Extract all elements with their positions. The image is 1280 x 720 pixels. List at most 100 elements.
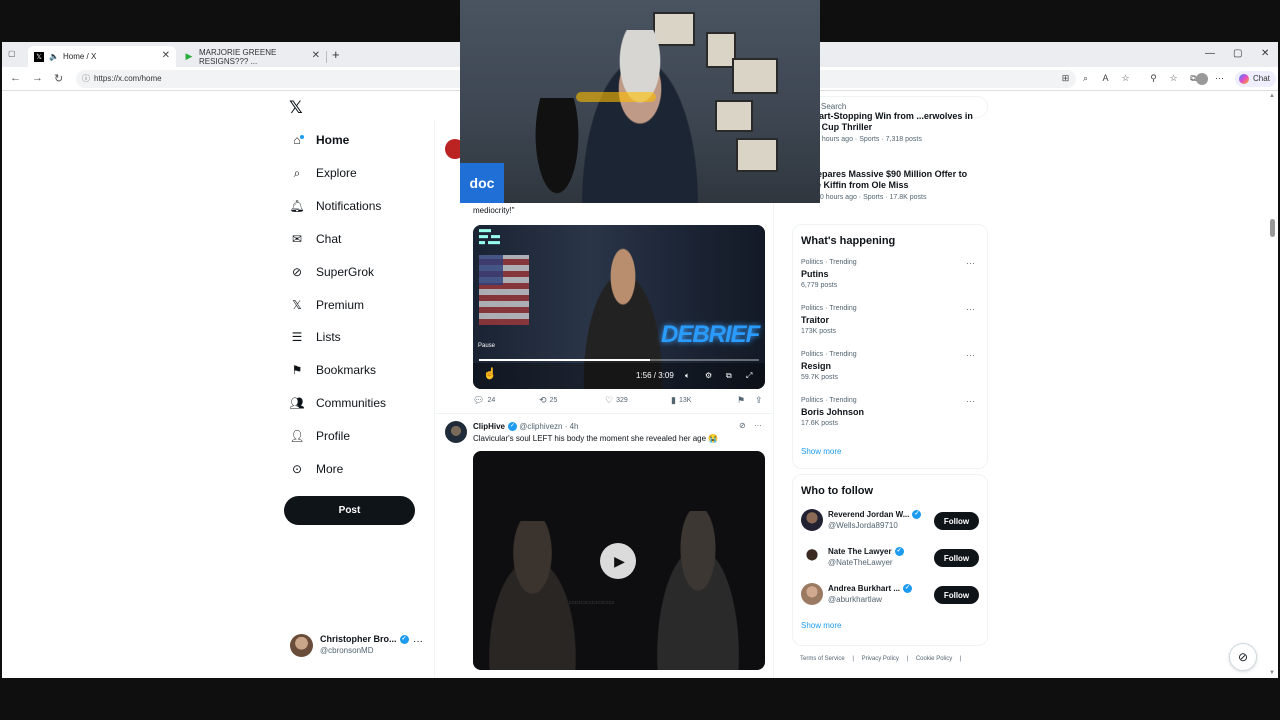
trend-count: 173K posts — [801, 328, 837, 335]
site-info-icon[interactable]: ⓘ — [82, 70, 90, 88]
avatar[interactable] — [445, 421, 467, 443]
terms-link[interactable]: Terms of Service — [800, 656, 845, 662]
nav-notifications[interactable]: 🔔︎ Notifications — [289, 193, 382, 219]
nav-bookmarks[interactable]: ⚑ Bookmarks — [290, 357, 376, 383]
scroll-thumb[interactable] — [1270, 219, 1275, 237]
nav-premium[interactable]: 𝕏 Premium — [290, 292, 364, 318]
avatar — [801, 546, 823, 568]
share-button[interactable]: ⇪ — [755, 395, 766, 406]
refresh-icon[interactable]: ↻ — [54, 72, 63, 85]
trend-item[interactable]: Politics · Trending Boris Johnson 17.6K … — [801, 396, 981, 427]
settings-icon[interactable]: ⚙ — [705, 371, 712, 380]
more-icon[interactable]: ··· — [966, 258, 975, 268]
close-tab-icon[interactable]: ✕ — [162, 50, 170, 61]
forward-icon[interactable]: → — [32, 72, 43, 84]
follow-name-text: Reverend Jordan W... — [828, 510, 910, 519]
maximize-icon[interactable]: ▢ — [1233, 48, 1242, 59]
scrollbar[interactable]: ▲ ▼ — [1268, 91, 1276, 678]
like-button[interactable]: ♡ 329 — [605, 395, 628, 406]
tab-video[interactable]: ▶ MARJORIE GREENE RESIGNS??? ... ✕ — [178, 46, 327, 67]
pip-icon[interactable]: ⧉ — [726, 371, 732, 381]
tab-actions-icon[interactable]: ▢ — [8, 49, 16, 58]
new-tab-icon[interactable]: + — [332, 47, 340, 62]
tab-home[interactable]: 𝕏 🔈 Home / X ✕ — [28, 46, 176, 67]
nav-chat[interactable]: ✉ Chat — [290, 226, 341, 252]
nav-explore[interactable]: ⌕ Explore — [290, 160, 357, 186]
favorite-star-icon[interactable]: ☆ — [1120, 73, 1131, 84]
x-logo-icon[interactable]: 𝕏 — [289, 98, 303, 118]
show-more-link[interactable]: Show more — [801, 621, 841, 630]
grok-icon[interactable]: ⊘ — [739, 421, 746, 430]
fullscreen-icon[interactable]: ⤢ — [746, 371, 752, 381]
more-icon[interactable]: ··· — [966, 304, 975, 314]
scroll-up-icon[interactable]: ▲ — [1269, 93, 1275, 99]
follow-name-text: Andrea Burkhart ... — [828, 584, 901, 593]
copilot-chat-button[interactable]: Chat — [1235, 71, 1276, 87]
trend-item[interactable]: Politics · Trending Resign 59.7K posts ·… — [801, 350, 981, 381]
more-icon[interactable]: ··· — [754, 421, 762, 430]
read-aloud-icon[interactable]: A — [1100, 73, 1111, 84]
nav-label: Profile — [316, 429, 351, 443]
author-handle[interactable]: @cliphivezn — [519, 422, 562, 431]
more-menu-icon[interactable]: ⋯ — [1214, 73, 1225, 84]
favorites-icon[interactable]: ☆ — [1168, 73, 1179, 84]
cookie-link[interactable]: Cookie Policy — [916, 656, 952, 662]
scroll-down-icon[interactable]: ▼ — [1269, 670, 1275, 676]
app-available-icon[interactable]: ⊞ — [1060, 73, 1071, 84]
extension-icon[interactable]: ⚲ — [1148, 73, 1159, 84]
show-more-link[interactable]: Show more — [801, 447, 841, 456]
video-player[interactable]: ▭▭▭▭▭▭▭▭ ▶ — [473, 451, 765, 670]
nav-supergrok[interactable]: ⊘ SuperGrok — [290, 259, 374, 285]
person-icon: 👤︎ — [289, 429, 305, 443]
nav-more[interactable]: ⊙ More — [290, 456, 343, 482]
post-button[interactable]: Post — [284, 496, 415, 525]
trend-item[interactable]: Politics · Trending Putins 6,779 posts ·… — [801, 258, 981, 289]
volume-icon[interactable]: 🔈︎ — [685, 371, 690, 381]
minimize-icon[interactable]: — — [1205, 48, 1215, 59]
close-window-icon[interactable]: ✕ — [1261, 48, 1269, 59]
nav-home[interactable]: ⌂ Home — [290, 127, 349, 153]
reply-count: 24 — [487, 397, 496, 404]
reply-button[interactable]: 💬︎ 24 — [473, 395, 495, 406]
nav-communities[interactable]: 👥︎ Communities — [289, 390, 386, 416]
trend-item[interactable]: Politics · Trending Traitor 173K posts ·… — [801, 304, 981, 335]
bookmark-button[interactable]: ⚑ — [737, 395, 748, 406]
zoom-icon[interactable]: ⌕ — [1080, 73, 1091, 84]
audio-icon[interactable]: 🔈 — [49, 52, 59, 61]
video-player[interactable]: ■■■■ ■■■ ■■■ ■■ ■■■■ DEBRIEF Pause 1:56 / … — [473, 225, 765, 389]
follow-suggestion[interactable]: Nate The Lawyer ✓ @NateTheLawyer Follow — [801, 546, 983, 572]
follow-suggestion[interactable]: Andrea Burkhart ... ✓ @aburkhartlaw Follo… — [801, 583, 983, 609]
play-icon[interactable]: ▶ — [600, 543, 636, 579]
repost-button[interactable]: ⟲ 25 — [539, 395, 557, 406]
tweet-text: mediocrity!" — [473, 206, 515, 215]
author-name[interactable]: ClipHive — [473, 422, 505, 431]
nav-label: Notifications — [316, 199, 382, 213]
divider — [435, 413, 773, 414]
news-item[interactable]: ...Prepares Massive $90 Million Offer to… — [800, 169, 980, 203]
nav-label: Explore — [316, 166, 357, 180]
avatar — [801, 509, 823, 531]
trend-category: Politics · Trending — [801, 397, 857, 404]
home-icon: ⌂ — [290, 133, 304, 147]
tweet-time[interactable]: 4h — [570, 422, 579, 431]
profile-avatar-icon[interactable] — [1196, 73, 1208, 85]
follow-suggestion[interactable]: Reverend Jordan W... ✓ @WellsJorda89710 F… — [801, 509, 983, 535]
back-icon[interactable]: ← — [10, 72, 21, 84]
follow-button[interactable]: Follow — [934, 549, 979, 567]
nav-profile[interactable]: 👤︎ Profile — [289, 423, 351, 449]
views-button[interactable]: ▮ 13K — [671, 395, 691, 406]
search-icon: ⌕ — [293, 165, 301, 180]
more-icon[interactable]: ··· — [966, 350, 975, 360]
tab-title: MARJORIE GREENE RESIGNS??? ... — [199, 47, 277, 66]
more-icon[interactable]: ··· — [966, 396, 975, 406]
news-item[interactable]: ...Heart-Stopping Win from ...erwolves i… — [800, 111, 980, 145]
follow-button[interactable]: Follow — [934, 586, 979, 604]
more-icon[interactable]: ··· — [413, 636, 423, 647]
close-tab-icon[interactable]: ✕ — [312, 50, 320, 61]
grok-float-button[interactable]: ⊘ — [1229, 643, 1257, 671]
nav-lists[interactable]: ☰ Lists — [290, 324, 341, 350]
account-switcher[interactable]: Christopher Bro... ✓ @cbronsonMD ··· — [290, 632, 430, 662]
privacy-link[interactable]: Privacy Policy — [862, 656, 899, 662]
video-progress-bar[interactable] — [479, 359, 759, 361]
follow-button[interactable]: Follow — [934, 512, 979, 530]
